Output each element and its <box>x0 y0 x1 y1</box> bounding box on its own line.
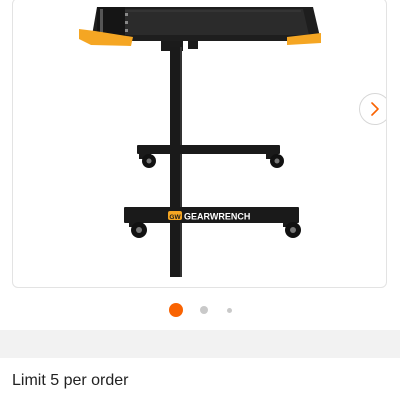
gearwrench-logo: GW GEARWRENCH <box>168 211 250 222</box>
next-image-button[interactable] <box>359 93 386 125</box>
pagination-dot-active[interactable] <box>168 303 183 317</box>
section-divider <box>0 330 400 358</box>
brand-badge-text: GW <box>169 214 181 221</box>
brand-logo-text: GEARWRENCH <box>184 212 250 222</box>
order-limit-text: Limit 5 per order <box>12 372 129 389</box>
pagination-dot[interactable] <box>226 307 232 313</box>
product-image-gallery[interactable]: GW GEARWRENCH <box>12 0 387 288</box>
product-image: GW GEARWRENCH <box>79 7 321 277</box>
pagination-dot[interactable] <box>199 306 208 314</box>
mechanic-cart-illustration <box>79 7 321 277</box>
chevron-right-icon <box>371 102 379 116</box>
gallery-pagination <box>0 302 400 318</box>
